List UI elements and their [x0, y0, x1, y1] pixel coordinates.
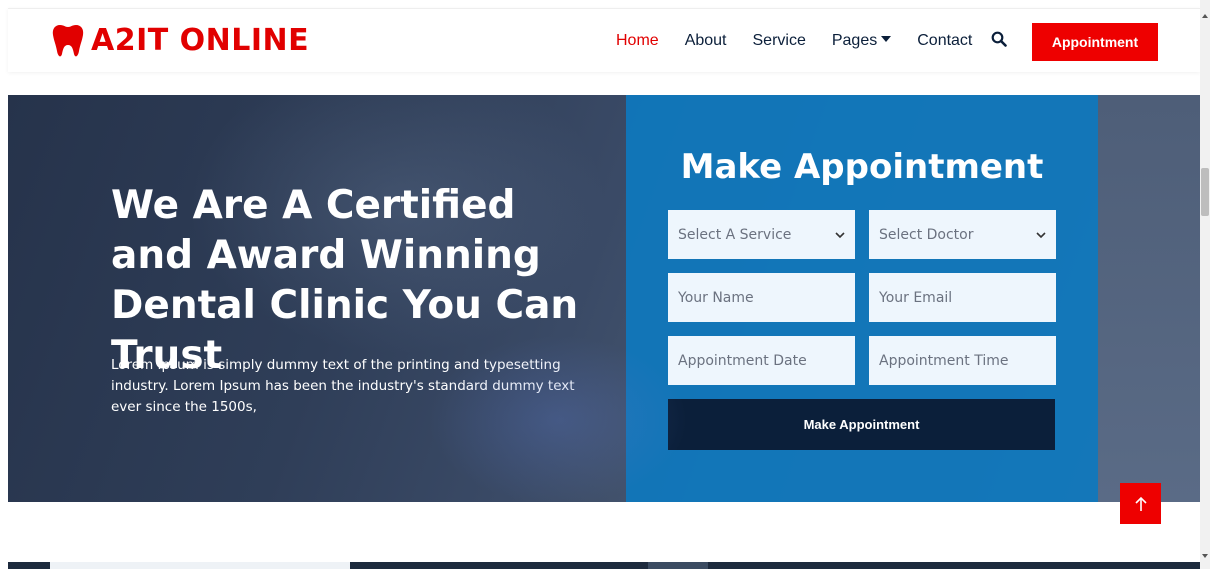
date-input[interactable]: Appointment Date	[668, 336, 855, 385]
nav-link-service[interactable]: Service	[753, 31, 806, 51]
arrow-up-icon	[1134, 496, 1147, 511]
brand-logo[interactable]: A2IT ONLINE	[51, 23, 309, 59]
nav-link-contact[interactable]: Contact	[917, 31, 972, 51]
hero-text: Lorem Ipsum is simply dummy text of the …	[111, 357, 575, 415]
nav-menu: Home About Service Pages Contact	[616, 31, 998, 51]
service-select[interactable]: Select A Service	[668, 210, 855, 259]
caret-down-icon	[881, 35, 892, 42]
time-input-placeholder: Appointment Time	[879, 352, 1009, 369]
nav-link-home[interactable]: Home	[616, 31, 659, 51]
back-to-top-button[interactable]	[1120, 483, 1161, 524]
nav-link-pages-label: Pages	[831, 32, 878, 49]
next-section-block	[648, 562, 708, 569]
appointment-title: Make Appointment	[680, 147, 1044, 187]
appointment-panel: Make Appointment Select A Service Select…	[626, 95, 1098, 502]
email-input[interactable]: Your Email	[869, 273, 1056, 322]
time-input[interactable]: Appointment Time	[869, 336, 1056, 385]
next-section-block	[50, 562, 350, 569]
search-icon	[991, 31, 1007, 47]
navbar: A2IT ONLINE Home About Service Pages Con…	[8, 8, 1200, 72]
service-select-value: Select A Service	[678, 226, 792, 243]
nav-link-about[interactable]: About	[685, 31, 727, 51]
email-input-placeholder: Your Email	[879, 289, 953, 306]
doctor-select[interactable]: Select Doctor	[869, 210, 1056, 259]
make-appointment-button[interactable]: Make Appointment	[668, 399, 1055, 450]
tooth-icon	[52, 25, 84, 57]
hero-section: We Are A Certified and Award Winning Den…	[8, 95, 1200, 502]
doctor-select-value: Select Doctor	[879, 226, 974, 243]
scroll-down-arrow-icon[interactable]	[1202, 554, 1208, 558]
date-input-placeholder: Appointment Date	[678, 352, 807, 369]
hero-title: We Are A Certified and Award Winning Den…	[111, 183, 579, 378]
chevron-down-icon	[1036, 231, 1046, 238]
scrollbar-thumb[interactable]	[1201, 168, 1209, 216]
brand-name: A2IT ONLINE	[91, 23, 310, 58]
chevron-down-icon	[835, 231, 845, 238]
nav-link-pages[interactable]: Pages	[831, 31, 892, 51]
hero-image-edge	[1098, 95, 1200, 502]
next-section-preview	[8, 562, 1200, 569]
scroll-up-arrow-icon[interactable]	[1202, 14, 1208, 18]
page-scrollbar[interactable]	[1200, 0, 1210, 569]
name-input-placeholder: Your Name	[678, 289, 754, 306]
appointment-button[interactable]: Appointment	[1032, 23, 1158, 61]
search-button[interactable]	[991, 31, 1011, 51]
name-input[interactable]: Your Name	[668, 273, 855, 322]
